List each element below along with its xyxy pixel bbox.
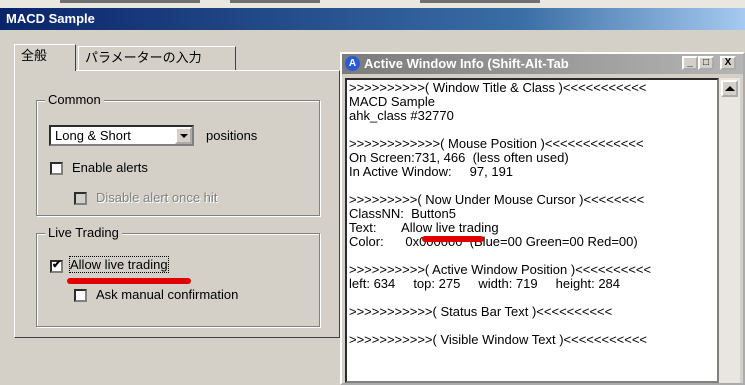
awi-line: left: 634 top: 275 width: 719 height: 28… bbox=[349, 276, 621, 291]
autohotkey-icon: A bbox=[345, 56, 360, 71]
background-window-strip bbox=[0, 0, 745, 8]
awi-line: MACD Sample bbox=[349, 94, 435, 109]
allow-live-trading-label[interactable]: Allow live trading bbox=[69, 256, 169, 273]
awi-line: >>>>>>>>>( Now Under Mouse Cursor )<<<<<… bbox=[349, 192, 645, 207]
awi-title-bar[interactable]: A Active Window Info (Shift-Alt-Tab _ □ … bbox=[342, 54, 743, 74]
active-window-info: A Active Window Info (Shift-Alt-Tab _ □ … bbox=[340, 52, 745, 385]
tab-parameters[interactable]: パラメーターの入力 bbox=[78, 46, 236, 70]
enable-alerts-checkbox[interactable] bbox=[50, 162, 63, 175]
live-trading-group-label: Live Trading bbox=[45, 225, 122, 240]
awi-line: ahk_class #32770 bbox=[349, 108, 454, 123]
highlight-underline-awi bbox=[422, 236, 484, 242]
awi-line: Color: 0x000000 (Blue=00 Green=00 Red=00… bbox=[349, 234, 638, 249]
chevron-down-icon[interactable] bbox=[175, 127, 192, 144]
awi-text-area[interactable]: >>>>>>>>>>( Window Title & Class )<<<<<<… bbox=[345, 78, 719, 383]
awi-line: >>>>>>>>>>( Window Title & Class )<<<<<<… bbox=[349, 80, 647, 95]
awi-line: On Screen:731, 466 (less often used) bbox=[349, 150, 569, 165]
dialog-title-bar[interactable]: MACD Sample bbox=[0, 8, 745, 30]
awi-line: >>>>>>>>>>>( Status Bar Text )<<<<<<<<<< bbox=[349, 304, 613, 319]
common-group-label: Common bbox=[45, 92, 104, 107]
allow-live-trading-checkbox[interactable] bbox=[50, 258, 63, 273]
disable-alert-label: Disable alert once hit bbox=[96, 190, 218, 205]
disable-alert-checkbox bbox=[74, 192, 87, 205]
maximize-button[interactable]: □ bbox=[698, 56, 714, 70]
enable-alerts-label[interactable]: Enable alerts bbox=[72, 160, 148, 175]
awi-line: >>>>>>>>>>>>( Mouse Position )<<<<<<<<<<… bbox=[349, 136, 644, 151]
awi-title-text: Active Window Info (Shift-Alt-Tab bbox=[364, 56, 569, 71]
ask-manual-checkbox[interactable] bbox=[74, 289, 87, 302]
scroll-up-icon[interactable] bbox=[721, 80, 738, 97]
positions-label: positions bbox=[206, 128, 258, 143]
positions-select[interactable]: Long & Short bbox=[49, 125, 194, 146]
vertical-scrollbar[interactable] bbox=[719, 78, 740, 383]
close-button[interactable]: X bbox=[720, 56, 736, 70]
awi-line: In Active Window: 97, 191 bbox=[349, 164, 514, 179]
awi-line: >>>>>>>>>>( Active Window Position )<<<<… bbox=[349, 262, 652, 277]
awi-line: ClassNN: Button5 bbox=[349, 206, 456, 221]
minimize-button[interactable]: _ bbox=[682, 56, 698, 70]
positions-select-value: Long & Short bbox=[55, 128, 131, 143]
highlight-underline bbox=[67, 278, 191, 284]
ask-manual-label[interactable]: Ask manual confirmation bbox=[96, 287, 238, 302]
awi-line: >>>>>>>>>>>( Visible Window Text )<<<<<<… bbox=[349, 332, 648, 347]
tab-general[interactable]: 全般 bbox=[14, 44, 76, 71]
awi-line: Text: Allow live trading bbox=[349, 220, 499, 235]
